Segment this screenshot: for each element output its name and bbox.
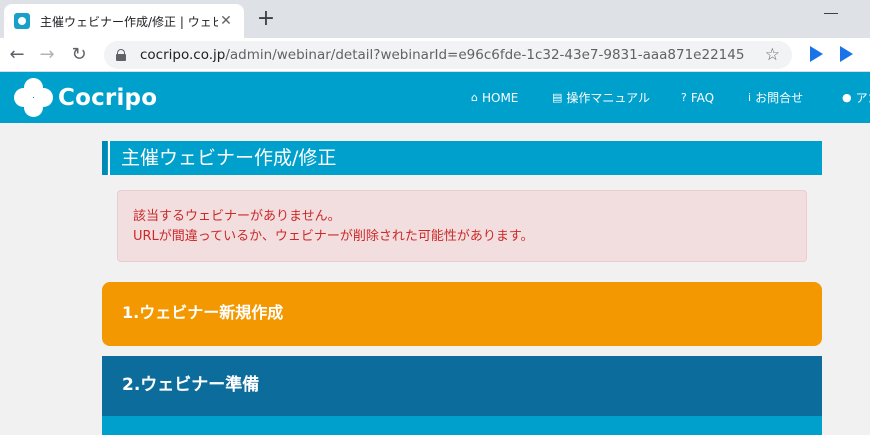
favicon-icon	[14, 13, 30, 29]
close-tab-icon[interactable]: ✕	[218, 13, 234, 29]
nav-manual[interactable]: ▤ 操作マニュアル	[552, 72, 650, 123]
nav-faq-label: FAQ	[690, 90, 715, 105]
nav-account[interactable]: ●アカ	[842, 72, 870, 123]
lock-icon[interactable]	[116, 49, 126, 61]
step-webinar-preparation-label: 2.ウェビナー準備	[122, 375, 260, 395]
nav-home-label: HOME	[481, 90, 519, 105]
forward-icon[interactable]: →	[34, 42, 60, 68]
nav-contact[interactable]: i お問合せ	[748, 72, 803, 123]
nav-account-label: アカ	[855, 91, 870, 105]
url-path: /admin/webinar/detail?webinarId=e96c6fde…	[225, 47, 745, 63]
page-title: 主催ウェビナー作成/修正	[102, 141, 822, 175]
nav-home[interactable]: ⌂ HOME	[471, 72, 518, 123]
step-webinar-preparation-subpanel	[102, 416, 822, 435]
url-text: cocripo.co.jp/admin/webinar/detail?webin…	[140, 47, 744, 63]
step-new-webinar[interactable]: 1.ウェビナー新規作成	[102, 282, 822, 346]
extension-play-icon-2[interactable]	[840, 46, 853, 62]
nav-contact-label: お問合せ	[755, 91, 804, 105]
url-host: cocripo.co.jp	[140, 47, 226, 63]
logo[interactable]: Cocripo	[14, 78, 157, 118]
nav-manual-label: 操作マニュアル	[566, 91, 651, 105]
alert-line-1: 該当するウェビナーがありません。	[133, 209, 341, 224]
info-icon: i	[748, 91, 752, 104]
browser-toolbar: ← → ↻ cocripo.co.jp/admin/webinar/detail…	[0, 38, 870, 72]
user-icon: ●	[842, 91, 852, 104]
nav-faq[interactable]: ? FAQ	[681, 72, 714, 123]
alert-line-2: URLが間違っているか、ウェビナーが削除された可能性があります。	[133, 229, 534, 244]
logo-text: Cocripo	[58, 85, 158, 111]
question-icon: ?	[681, 91, 687, 104]
browser-tab[interactable]: 主催ウェビナー作成/修正 | ウェビナー ✕	[4, 4, 244, 38]
tab-title: 主催ウェビナー作成/修正 | ウェビナー	[40, 14, 218, 29]
browser-tab-bar: 主催ウェビナー作成/修正 | ウェビナー ✕ +	[0, 0, 870, 38]
site-header: Cocripo ⌂HOME ▤操作マニュアル ?FAQ iお問合せ ●アカ	[0, 72, 870, 123]
document-icon: ▤	[552, 91, 563, 104]
back-icon[interactable]: ←	[4, 42, 30, 68]
logo-icon	[14, 78, 54, 118]
reload-icon[interactable]: ↻	[66, 42, 92, 68]
minimize-window-icon[interactable]	[824, 2, 838, 14]
new-tab-icon[interactable]: +	[254, 6, 278, 32]
home-icon: ⌂	[471, 91, 478, 104]
step-webinar-preparation[interactable]: 2.ウェビナー準備	[102, 356, 822, 435]
address-bar[interactable]: cocripo.co.jp/admin/webinar/detail?webin…	[104, 41, 792, 69]
error-alert: 該当するウェビナーがありません。 URLが間違っているか、ウェビナーが削除された…	[117, 190, 807, 262]
extension-play-icon[interactable]	[810, 46, 823, 62]
bookmark-star-icon[interactable]: ☆	[765, 45, 780, 65]
